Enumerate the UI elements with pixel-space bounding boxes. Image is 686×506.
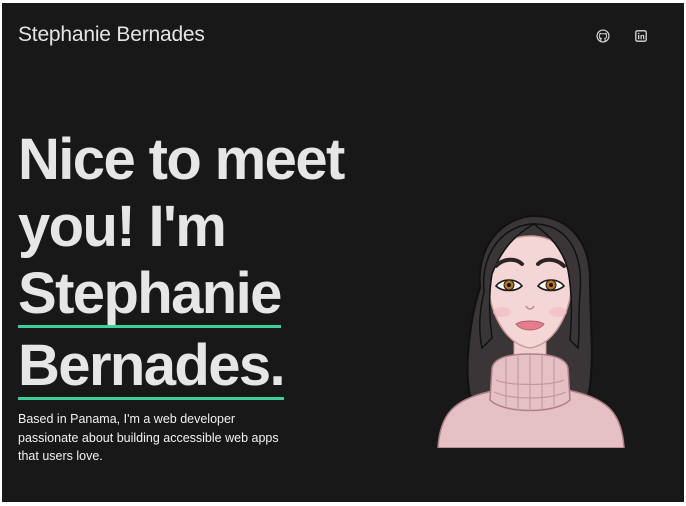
site-name[interactable]: Stephanie Bernades xyxy=(18,23,205,47)
page: Stephanie Bernades Nice to meet you! I'm… xyxy=(2,3,684,502)
hero-name-first: Stephanie xyxy=(18,261,282,328)
linkedin-icon xyxy=(635,30,647,42)
avatar-illustration xyxy=(437,214,625,448)
hero-heading: Nice to meet you! I'm Stephanie Bernades… xyxy=(18,126,398,404)
linkedin-link[interactable] xyxy=(631,26,651,46)
github-icon xyxy=(596,29,610,43)
bio-text: Based in Panama, I'm a web developer pas… xyxy=(18,412,279,463)
hero-name-last: Bernades. xyxy=(18,333,286,400)
hero-line-1: Nice to meet xyxy=(18,127,345,192)
hero-line-2: you! I'm xyxy=(18,194,227,259)
github-link[interactable] xyxy=(593,26,613,46)
